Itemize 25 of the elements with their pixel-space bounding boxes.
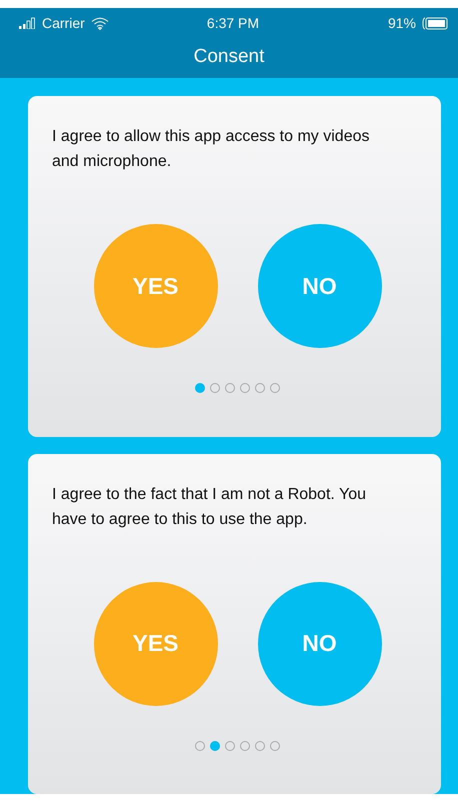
yes-button[interactable]: YES	[94, 224, 218, 348]
page-dot[interactable]	[225, 383, 235, 393]
page-dot[interactable]	[195, 740, 205, 750]
page-dot[interactable]	[210, 740, 220, 750]
consent-text: I agree to allow this app access to my videos and microphone.	[52, 127, 370, 172]
page-dot[interactable]	[195, 383, 205, 393]
page-dot[interactable]	[255, 740, 265, 750]
status-time: 6:37 PM	[206, 15, 260, 31]
page-dot[interactable]	[240, 740, 250, 750]
wifi-icon	[90, 16, 109, 30]
page-dot[interactable]	[270, 383, 280, 393]
page-dot[interactable]	[270, 740, 280, 750]
page-dot[interactable]	[225, 740, 235, 750]
page-dot[interactable]	[210, 383, 220, 393]
page-dot[interactable]	[255, 383, 265, 393]
no-button[interactable]: NO	[258, 582, 382, 706]
battery-icon	[422, 16, 448, 30]
yes-button[interactable]: YES	[94, 582, 218, 706]
page-dot[interactable]	[240, 383, 250, 393]
carrier-name: Carrier	[42, 15, 85, 31]
consent-text: I agree to the fact that I am not a Robot. You have to agree to this to use the app.	[52, 484, 367, 530]
battery-percent: 91%	[388, 15, 416, 31]
signal-icon	[18, 17, 36, 29]
screen-title: Consent	[192, 46, 266, 68]
no-button[interactable]: NO	[258, 224, 382, 348]
